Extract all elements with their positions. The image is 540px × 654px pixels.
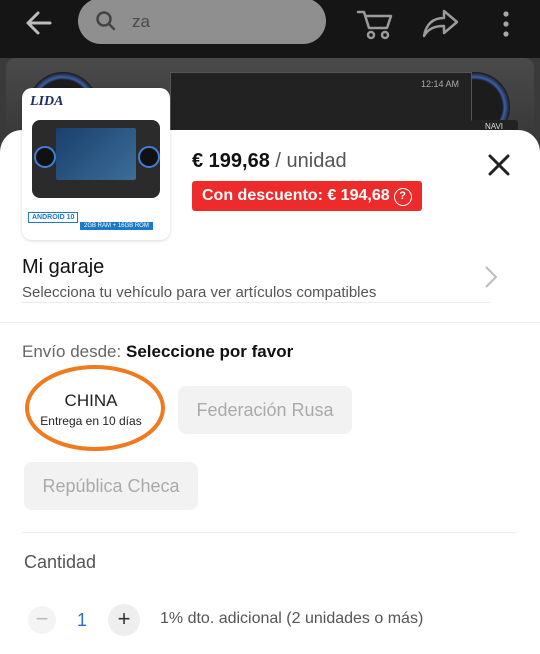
bulk-discount-note: 1% dto. adicional (2 unidades o más): [160, 610, 424, 627]
quantity-label: Cantidad: [24, 552, 97, 572]
ship-option-russia[interactable]: Federación Rusa: [178, 386, 352, 434]
divider: [22, 532, 516, 533]
shipping-label: Envío desde: Seleccione por favor: [22, 342, 293, 362]
price: € 199,68 / unidad: [192, 150, 347, 173]
price-unit: / unidad: [275, 150, 347, 172]
close-icon[interactable]: [484, 150, 514, 180]
chevron-right-icon[interactable]: [484, 265, 498, 289]
quantity-decrease-button[interactable]: −: [28, 606, 56, 634]
divider: [0, 322, 540, 323]
garage-title[interactable]: Mi garaje: [22, 256, 104, 279]
highlight-circle: [25, 365, 165, 451]
brand-logo: LIDA: [30, 94, 64, 109]
discount-badge: Con descuento: € 194,68?: [192, 181, 422, 211]
discount-label: Con descuento: € 194,68: [202, 187, 390, 204]
cart-icon[interactable]: [356, 8, 394, 40]
back-arrow-icon[interactable]: [24, 8, 54, 38]
share-icon[interactable]: [422, 8, 460, 38]
shipping-from-label: Envío desde:: [22, 342, 122, 361]
stereo-screen: [56, 128, 136, 180]
stereo-knob: [34, 146, 56, 168]
garage-subtitle: Selecciona tu vehículo para ver artículo…: [22, 284, 377, 301]
search-icon: [96, 11, 116, 31]
background-screen-time: 12:14 AM: [420, 79, 459, 89]
quantity-value[interactable]: 1: [74, 610, 90, 631]
help-icon[interactable]: ?: [393, 188, 412, 206]
shipping-prompt: Seleccione por favor: [125, 342, 294, 361]
spec-badge: 2GB RAM + 16GB ROM: [80, 222, 153, 230]
search-input[interactable]: [130, 11, 314, 33]
divider: [22, 302, 490, 303]
stereo-knob: [138, 146, 160, 168]
more-icon[interactable]: [496, 10, 516, 38]
search-bar[interactable]: [78, 0, 326, 44]
android-badge: ANDROID 10: [28, 212, 79, 223]
price-value: € 199,68: [192, 150, 270, 172]
product-thumbnail[interactable]: LIDA ANDROID 10 2GB RAM + 16GB ROM: [22, 88, 170, 240]
ship-option-czech[interactable]: República Checa: [24, 462, 198, 510]
quantity-increase-button[interactable]: +: [108, 604, 140, 636]
